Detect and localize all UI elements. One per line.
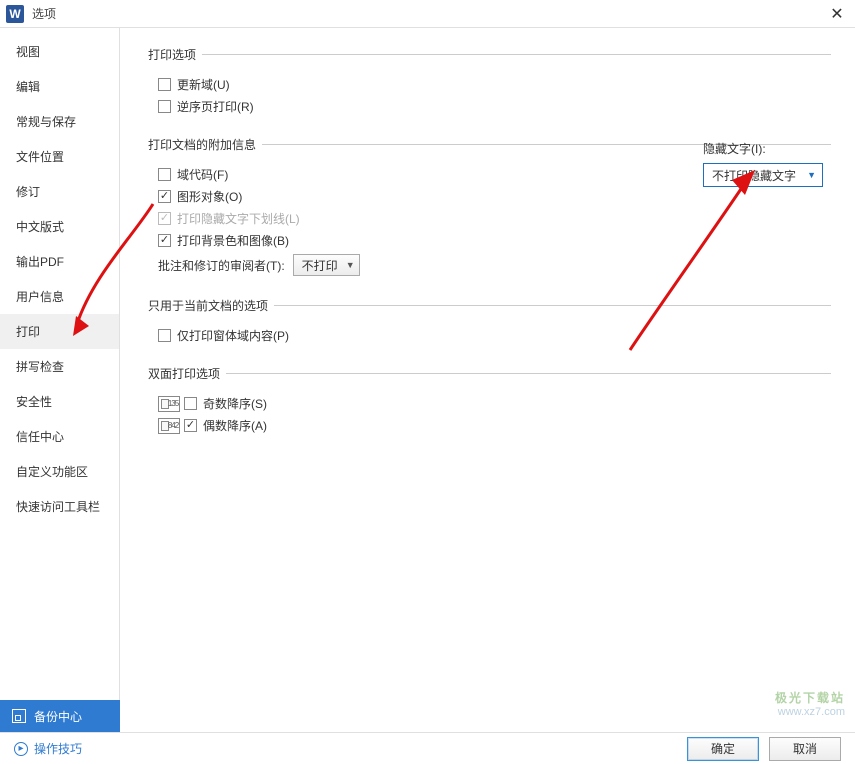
label-update-fields: 更新域(U) — [177, 76, 230, 93]
sidebar-item-export-pdf[interactable]: 输出PDF — [0, 244, 119, 279]
chevron-down-icon: ▼ — [346, 260, 355, 270]
disk-icon — [12, 709, 26, 723]
sidebar-item-quick-access[interactable]: 快速访问工具栏 — [0, 489, 119, 524]
content-panel: 打印选项 更新域(U) 逆序页打印(R) 打印文档的附加信息 域代码(F) 图形… — [120, 28, 855, 700]
legend-current-doc: 只用于当前文档的选项 — [148, 297, 274, 314]
sidebar-item-revision[interactable]: 修订 — [0, 174, 119, 209]
backup-center-label: 备份中心 — [34, 708, 82, 725]
label-odd-desc: 奇数降序(S) — [203, 395, 267, 412]
tips-link[interactable]: ▸ 操作技巧 — [14, 740, 82, 757]
hidden-text-block: 隐藏文字(I): 不打印隐藏文字 ▼ — [703, 140, 833, 187]
sidebar-item-view[interactable]: 视图 — [0, 34, 119, 69]
close-button[interactable]: ✕ — [825, 2, 849, 26]
backup-center-button[interactable]: 备份中心 — [0, 700, 120, 732]
window-title: 选项 — [32, 5, 825, 22]
sidebar-item-edit[interactable]: 编辑 — [0, 69, 119, 104]
titlebar: W 选项 ✕ — [0, 0, 855, 28]
cancel-button[interactable]: 取消 — [769, 737, 841, 761]
sidebar-item-print[interactable]: 打印 — [0, 314, 119, 349]
sidebar-item-general-save[interactable]: 常规与保存 — [0, 104, 119, 139]
sidebar-item-spellcheck[interactable]: 拼写检查 — [0, 349, 119, 384]
sidebar-item-chinese-layout[interactable]: 中文版式 — [0, 209, 119, 244]
bottom-bar: ▸ 操作技巧 确定 取消 — [0, 732, 855, 764]
select-reviewer[interactable]: 不打印 ▼ — [293, 254, 360, 276]
section-print-options: 打印选项 更新域(U) 逆序页打印(R) — [148, 46, 831, 124]
label-hidden-underline: 打印隐藏文字下划线(L) — [177, 210, 300, 227]
sidebar-item-security[interactable]: 安全性 — [0, 384, 119, 419]
tips-label: 操作技巧 — [34, 740, 82, 757]
checkbox-reverse-order[interactable] — [158, 100, 171, 113]
legend-doc-extra: 打印文档的附加信息 — [148, 136, 262, 153]
label-drawing-objects: 图形对象(O) — [177, 188, 242, 205]
watermark: 极光下载站 www.xz7.com — [775, 689, 845, 718]
checkbox-form-only[interactable] — [158, 329, 171, 342]
checkbox-drawing-objects[interactable] — [158, 190, 171, 203]
legend-duplex: 双面打印选项 — [148, 365, 226, 382]
checkbox-update-fields[interactable] — [158, 78, 171, 91]
label-even-desc: 偶数降序(A) — [203, 417, 267, 434]
legend-print-options: 打印选项 — [148, 46, 202, 63]
main-area: 视图 编辑 常规与保存 文件位置 修订 中文版式 输出PDF 用户信息 打印 拼… — [0, 28, 855, 700]
page-order-icon-even: 842 — [158, 418, 180, 434]
sidebar-item-custom-ribbon[interactable]: 自定义功能区 — [0, 454, 119, 489]
ok-button[interactable]: 确定 — [687, 737, 759, 761]
sidebar-item-trust-center[interactable]: 信任中心 — [0, 419, 119, 454]
label-reverse-order: 逆序页打印(R) — [177, 98, 254, 115]
chevron-down-icon: ▼ — [807, 170, 816, 180]
select-hidden-text[interactable]: 不打印隐藏文字 ▼ — [703, 163, 823, 187]
label-reviewer: 批注和修订的审阅者(T): — [158, 257, 285, 274]
label-hidden-text: 隐藏文字(I): — [703, 140, 833, 157]
checkbox-hidden-underline — [158, 212, 171, 225]
label-field-codes: 域代码(F) — [177, 166, 228, 183]
checkbox-even-desc[interactable] — [184, 419, 197, 432]
play-icon: ▸ — [14, 742, 28, 756]
checkbox-odd-desc[interactable] — [184, 397, 197, 410]
label-background: 打印背景色和图像(B) — [177, 232, 289, 249]
checkbox-field-codes[interactable] — [158, 168, 171, 181]
section-duplex: 双面打印选项 135 奇数降序(S) 842 偶数降序(A) — [148, 365, 831, 443]
sidebar: 视图 编辑 常规与保存 文件位置 修订 中文版式 输出PDF 用户信息 打印 拼… — [0, 28, 120, 700]
watermark-line1: 极光下载站 — [775, 689, 845, 706]
sidebar-item-user-info[interactable]: 用户信息 — [0, 279, 119, 314]
checkbox-background[interactable] — [158, 234, 171, 247]
footer-bar: 备份中心 — [0, 700, 855, 732]
select-hidden-text-value: 不打印隐藏文字 — [712, 167, 796, 184]
watermark-line2: www.xz7.com — [775, 706, 845, 718]
select-reviewer-value: 不打印 — [302, 257, 338, 274]
label-form-only: 仅打印窗体域内容(P) — [177, 327, 289, 344]
app-icon: W — [6, 5, 24, 23]
sidebar-item-file-location[interactable]: 文件位置 — [0, 139, 119, 174]
section-current-doc: 只用于当前文档的选项 仅打印窗体域内容(P) — [148, 297, 831, 353]
page-order-icon-odd: 135 — [158, 396, 180, 412]
